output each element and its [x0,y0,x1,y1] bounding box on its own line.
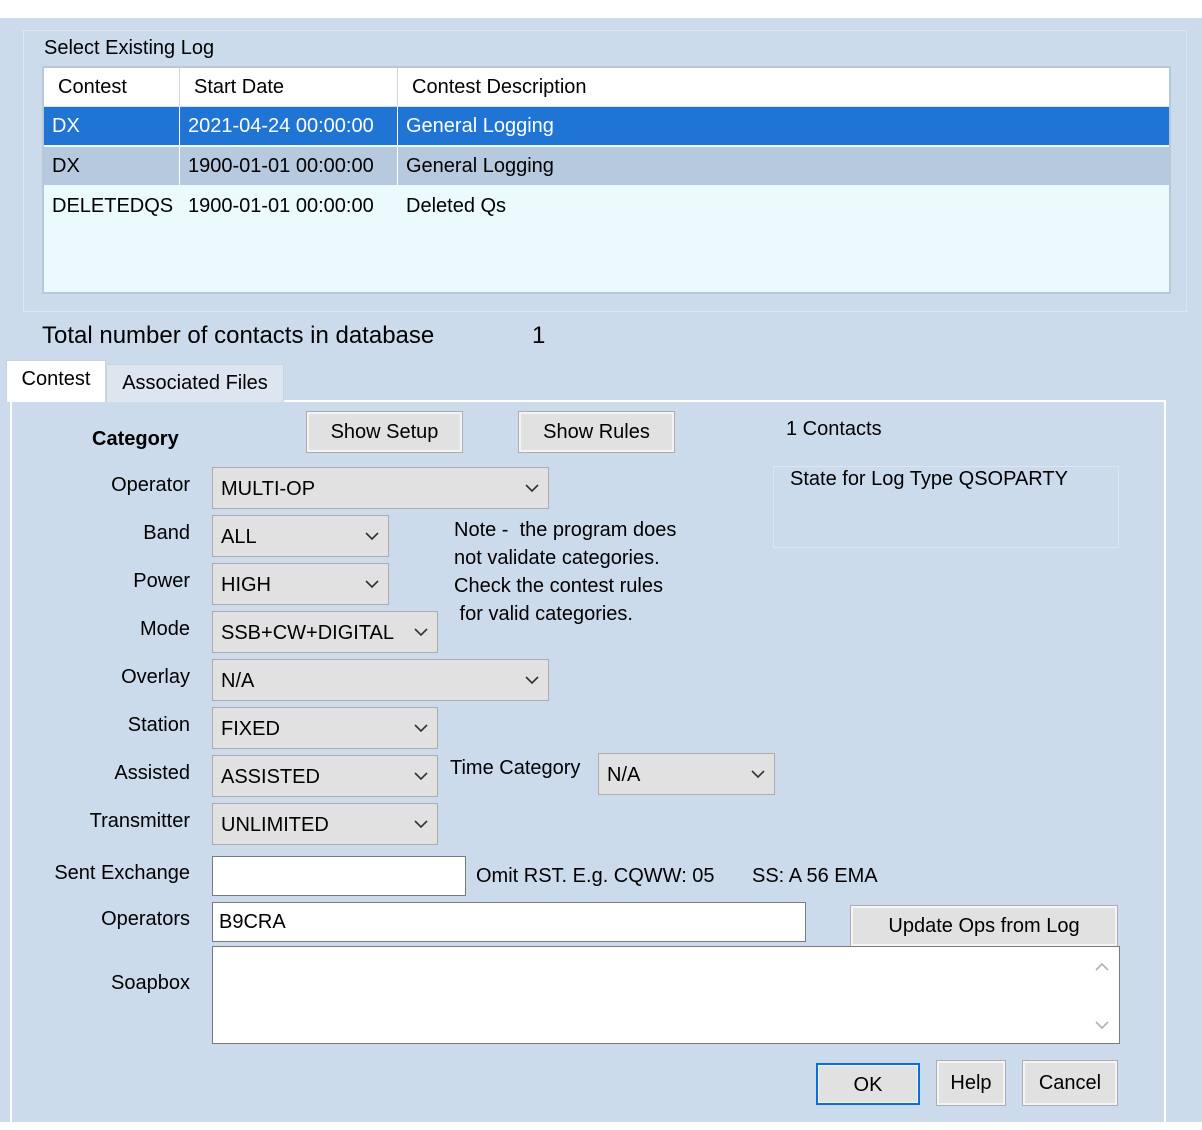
chevron-down-icon [414,820,428,829]
log-row-description: General Logging [406,155,554,177]
chevron-down-icon [365,580,379,589]
transmitter-select[interactable]: UNLIMITED [212,803,438,845]
time-category-value: N/A [607,764,641,786]
assisted-value: ASSISTED [221,766,320,788]
soapbox-label: Soapbox [111,972,190,994]
show-setup-button[interactable]: Show Setup [306,411,463,453]
band-value: ALL [221,526,257,548]
band-label: Band [143,522,190,544]
mode-label: Mode [139,618,190,640]
log-list-header: Contest Start Date Contest Description [44,68,1169,107]
log-row-contest: DELETEDQS [52,195,174,217]
chevron-down-icon [751,770,765,779]
power-label: Power [133,570,190,592]
total-contacts-value: 1 [532,322,546,349]
contacts-count: 1 Contacts [786,418,882,440]
show-rules-button[interactable]: Show Rules [518,411,675,453]
sent-exchange-hint: Omit RST. E.g. CQWW: 05 [476,865,715,887]
ok-button[interactable]: OK [816,1063,920,1105]
chevron-down-icon [414,628,428,637]
update-ops-button[interactable]: Update Ops from Log [850,905,1118,947]
overlay-select[interactable]: N/A [212,659,549,701]
chevron-down-icon [365,532,379,541]
assisted-select[interactable]: ASSISTED [212,755,438,797]
sent-exchange-label: Sent Exchange [54,862,190,884]
log-row-description: Deleted Qs [406,195,507,217]
chevron-down-icon [414,772,428,781]
sent-exchange-example: SS: A 56 EMA [752,865,878,887]
operator-value: MULTI-OP [221,478,316,500]
column-header-description[interactable]: Contest Description [398,68,1169,106]
band-select[interactable]: ALL [212,515,389,557]
log-row-contest: DX [44,107,180,145]
total-contacts-label: Total number of contacts in database [42,322,435,349]
category-note: Note - the program does not validate cat… [454,519,677,625]
log-list[interactable]: Contest Start Date Contest Description D… [42,66,1171,294]
log-group-title: Select Existing Log [44,37,215,59]
state-label: State for Log Type QSOPARTY [790,468,1068,490]
station-value: FIXED [221,718,280,740]
chevron-down-icon [414,724,428,733]
soapbox-scrollbar[interactable] [1085,947,1119,1043]
operator-select[interactable]: MULTI-OP [212,467,549,509]
time-category-label: Time Category [450,757,581,779]
log-row-start-date: 1900-01-01 00:00:00 [188,195,374,217]
station-label: Station [127,714,190,736]
log-row-start-date: 1900-01-01 00:00:00 [180,147,398,185]
chevron-down-icon [525,676,539,685]
transmitter-label: Transmitter [89,810,190,832]
transmitter-value: UNLIMITED [221,814,329,836]
operator-label: Operator [111,474,190,496]
overlay-value: N/A [221,670,255,692]
sent-exchange-input[interactable] [212,856,466,896]
station-select[interactable]: FIXED [212,707,438,749]
power-select[interactable]: HIGH [212,563,389,605]
cancel-button[interactable]: Cancel [1022,1060,1118,1106]
tab-contest[interactable]: Contest [6,360,106,402]
soapbox-textarea[interactable] [212,946,1120,1044]
log-row-contest: DX [44,147,180,185]
log-row[interactable]: DX 2021-04-24 00:00:00 General Logging [44,107,1169,145]
log-row[interactable]: DELETEDQS 1900-01-01 00:00:00 Deleted Qs [44,187,1169,225]
power-value: HIGH [221,574,271,596]
category-heading: Category [92,428,179,450]
help-button[interactable]: Help [936,1060,1006,1106]
chevron-down-icon [525,484,539,493]
operators-value: B9CRA [219,911,286,933]
scroll-up-icon[interactable] [1092,957,1112,977]
assisted-label: Assisted [114,762,190,784]
log-row-start-date: 2021-04-24 00:00:00 [180,107,398,145]
log-row[interactable]: DX 1900-01-01 00:00:00 General Logging [44,147,1169,185]
time-category-select[interactable]: N/A [598,753,775,795]
overlay-label: Overlay [121,666,190,688]
scroll-down-icon[interactable] [1092,1015,1112,1035]
column-header-start-date[interactable]: Start Date [180,68,398,106]
operators-label: Operators [101,908,190,930]
tab-associated-files[interactable]: Associated Files [106,364,284,402]
log-row-description: General Logging [406,115,554,137]
operators-input[interactable]: B9CRA [212,902,806,942]
column-header-contest[interactable]: Contest [44,68,180,106]
mode-value: SSB+CW+DIGITAL [221,622,395,644]
mode-select[interactable]: SSB+CW+DIGITAL [212,611,438,653]
